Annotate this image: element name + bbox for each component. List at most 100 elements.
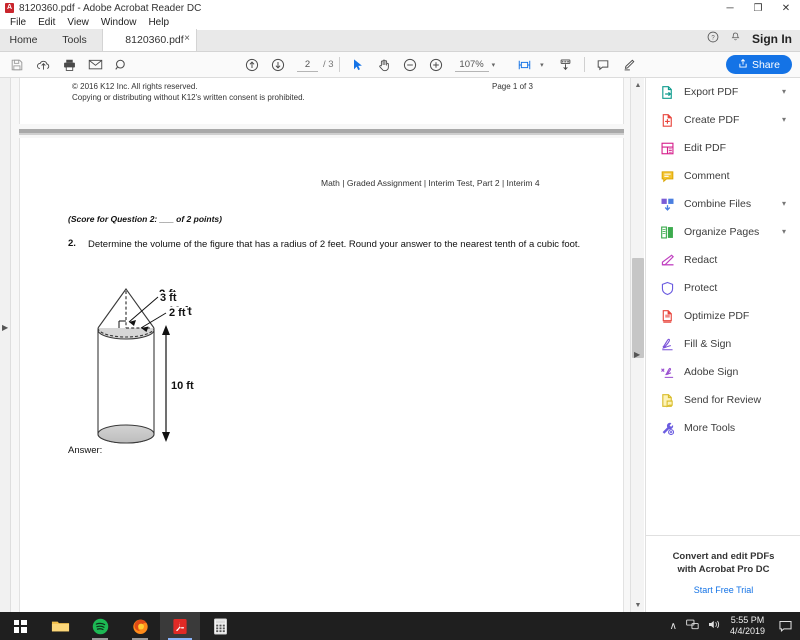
tool-send-for-review[interactable]: Send for Review <box>646 386 800 414</box>
zoom-level-input[interactable]: 107% <box>455 58 489 72</box>
clock-time: 5:55 PM <box>730 615 765 626</box>
tool-edit-pdf[interactable]: Edit PDF <box>646 134 800 162</box>
adobe-sign-icon <box>660 365 675 380</box>
sign-in-button[interactable]: Sign In <box>752 32 792 46</box>
clock-date: 4/4/2019 <box>730 626 765 637</box>
menu-item-edit[interactable]: Edit <box>32 16 61 30</box>
fit-page-icon[interactable] <box>511 53 537 77</box>
chevron-down-icon[interactable]: ▾ <box>782 87 786 96</box>
tool-label: Adobe Sign <box>684 366 738 378</box>
next-page-button[interactable] <box>265 53 291 77</box>
acrobat-reader-window: A 8120360.pdf - Adobe Acrobat Reader DC … <box>0 0 800 640</box>
minimize-button[interactable]: ─ <box>716 0 744 16</box>
tool-comment[interactable]: Comment <box>646 162 800 190</box>
close-icon[interactable]: × <box>184 33 190 45</box>
page-separator <box>19 124 624 138</box>
scroll-down-arrow[interactable]: ▼ <box>631 598 645 612</box>
tool-redact[interactable]: Redact <box>646 246 800 274</box>
tab-tools[interactable]: Tools <box>47 29 102 51</box>
save-icon[interactable] <box>4 53 30 77</box>
tray-chevron-icon[interactable]: ∧ <box>670 621 677 632</box>
windows-start-icon[interactable] <box>0 612 40 640</box>
upgrade-promo: Convert and edit PDFs with Acrobat Pro D… <box>646 535 800 612</box>
scroll-up-arrow[interactable]: ▲ <box>631 78 645 92</box>
tool-fill-and-sign[interactable]: Fill & Sign <box>646 330 800 358</box>
menu-item-file[interactable]: File <box>4 16 32 30</box>
tab-bar: Home Tools 8120360.pdf × ? Sign In <box>0 30 800 52</box>
calculator-icon[interactable] <box>200 612 240 640</box>
create-pdf-icon <box>660 113 675 128</box>
chevron-down-icon[interactable]: ▾ <box>782 227 786 236</box>
radius-label: 2 ft <box>168 307 187 319</box>
chevron-down-icon[interactable]: ▾ <box>492 61 496 69</box>
tab-home[interactable]: Home <box>0 29 47 51</box>
email-icon[interactable] <box>82 53 108 77</box>
menu-item-window[interactable]: Window <box>95 16 143 30</box>
print-icon[interactable] <box>56 53 82 77</box>
network-icon[interactable] <box>686 619 699 633</box>
tool-label: Edit PDF <box>684 142 726 154</box>
share-button[interactable]: Share <box>726 55 792 74</box>
title-bar: A 8120360.pdf - Adobe Acrobat Reader DC … <box>0 0 800 16</box>
search-icon[interactable] <box>108 53 134 77</box>
help-icon[interactable]: ? <box>707 31 719 46</box>
highlighter-icon[interactable] <box>616 53 642 77</box>
edit-pdf-icon <box>660 141 675 156</box>
action-center-icon[interactable] <box>774 612 796 640</box>
page-number-input[interactable]: 2 <box>297 58 318 72</box>
document-scrollbar[interactable]: ▲ ▶ ▼ <box>630 78 644 612</box>
hand-icon[interactable] <box>371 53 397 77</box>
question-number: 2. <box>68 238 76 249</box>
chevron-down-icon[interactable]: ▾ <box>782 199 786 208</box>
menu-bar: File Edit View Window Help <box>0 16 800 30</box>
window-controls: ─ ❐ ✕ <box>716 0 800 16</box>
taskbar-clock[interactable]: 5:55 PM 4/4/2019 <box>730 615 765 637</box>
tool-more-tools[interactable]: More Tools <box>646 414 800 442</box>
close-button[interactable]: ✕ <box>772 0 800 16</box>
upload-cloud-icon[interactable] <box>30 53 56 77</box>
comment-icon[interactable] <box>590 53 616 77</box>
menu-item-help[interactable]: Help <box>142 16 175 30</box>
promo-line2: with Acrobat Pro DC <box>646 563 800 576</box>
cone-height-label: 3 ft <box>159 292 178 304</box>
scrollbar-thumb[interactable] <box>632 258 644 358</box>
optimize-pdf-icon <box>660 309 675 324</box>
navigation-pane-rail[interactable]: ▶ <box>0 78 11 612</box>
comment-icon <box>660 169 675 184</box>
svg-text:?: ? <box>711 35 715 41</box>
tool-adobe-sign[interactable]: Adobe Sign <box>646 358 800 386</box>
chevron-down-icon[interactable]: ▾ <box>782 115 786 124</box>
tool-organize-pages[interactable]: Organize Pages ▾ <box>646 218 800 246</box>
document-viewport[interactable]: © 2016 K12 Inc. All rights reserved. Cop… <box>11 78 630 612</box>
menu-item-view[interactable]: View <box>61 16 95 30</box>
tab-document[interactable]: 8120360.pdf × <box>102 29 197 51</box>
zoom-out-button[interactable] <box>397 53 423 77</box>
tool-create-pdf[interactable]: Create PDF ▾ <box>646 106 800 134</box>
page-footer-pagenum: Page 1 of 3 <box>492 82 533 91</box>
volume-icon[interactable] <box>708 619 721 633</box>
tool-export-pdf[interactable]: Export PDF ▾ <box>646 78 800 106</box>
maximize-button[interactable]: ❐ <box>744 0 772 16</box>
chevron-down-icon[interactable]: ▾ <box>540 61 544 69</box>
acrobat-reader-icon[interactable] <box>160 612 200 640</box>
bell-icon[interactable] <box>730 31 741 46</box>
share-icon <box>738 58 748 72</box>
spotify-icon[interactable] <box>80 612 120 640</box>
tool-combine-files[interactable]: Combine Files ▾ <box>646 190 800 218</box>
previous-page-button[interactable] <box>239 53 265 77</box>
file-explorer-icon[interactable] <box>40 612 80 640</box>
expand-navigation-icon[interactable]: ▶ <box>2 323 9 332</box>
cursor-arrow-icon[interactable] <box>345 53 371 77</box>
tool-optimize-pdf[interactable]: Optimize PDF <box>646 302 800 330</box>
tool-protect[interactable]: Protect <box>646 274 800 302</box>
zoom-in-button[interactable] <box>423 53 449 77</box>
more-tools-icon <box>660 421 675 436</box>
read-mode-icon[interactable] <box>553 53 579 77</box>
tool-label: Protect <box>684 282 717 294</box>
panel-handle-icon[interactable]: ▶ <box>634 350 640 359</box>
firefox-icon[interactable] <box>120 612 160 640</box>
start-free-trial-link[interactable]: Start Free Trial <box>646 585 800 595</box>
score-line: (Score for Question 2: ___ of 2 points) <box>68 214 222 224</box>
tools-panel: Export PDF ▾ Create PDF ▾ Edit PDF <box>645 78 800 612</box>
page-footer-line2: Copying or distributing without K12's wr… <box>72 93 305 102</box>
